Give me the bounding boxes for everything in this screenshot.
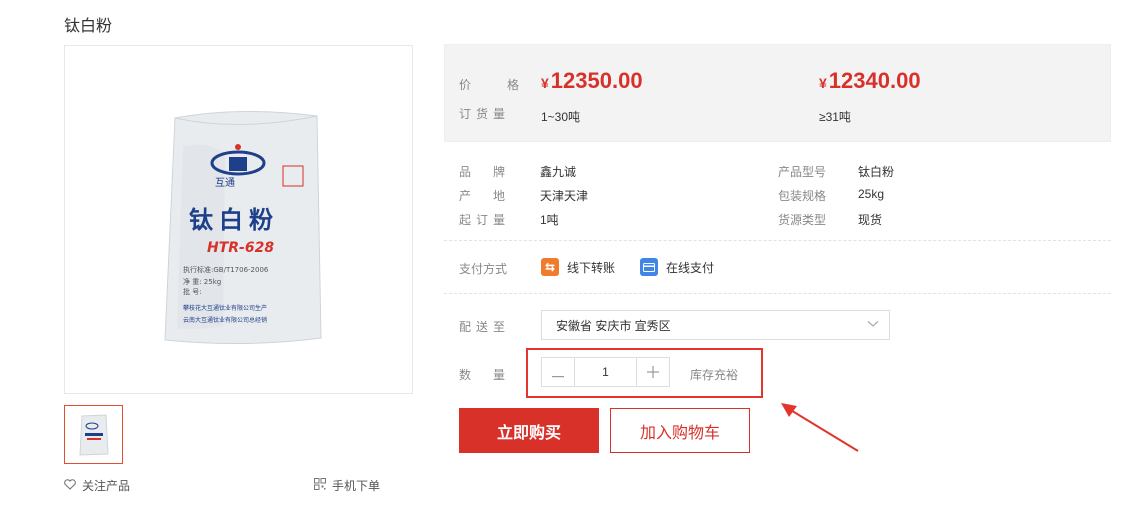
currency-symbol: ¥ — [819, 75, 827, 91]
currency-symbol: ¥ — [541, 75, 549, 91]
payment-online-label: 在线支付 — [666, 260, 715, 275]
tier-1-price: ¥12350.00 — [541, 68, 643, 94]
delivery-region-select[interactable]: 安徽省 安庆市 宜秀区 — [541, 310, 890, 340]
add-to-cart-button[interactable]: 加入购物车 — [610, 408, 750, 453]
payment-label: 支付方式 — [459, 262, 508, 276]
decrement-button[interactable] — [542, 358, 574, 386]
attr-model-value: 钛白粉 — [858, 165, 895, 179]
card-icon — [640, 258, 658, 276]
qrcode-icon — [314, 478, 326, 493]
payment-offline[interactable]: ⇆ 线下转账 — [541, 258, 615, 276]
bag-std-text: 执行标准:GB/T1706-2006 — [183, 265, 269, 274]
delivery-region-value: 安徽省 安庆市 宜秀区 — [556, 318, 671, 333]
buy-now-button[interactable]: 立即购买 — [459, 408, 599, 453]
tier-2-price: ¥12340.00 — [819, 68, 921, 94]
attr-package-label: 包装规格 — [778, 189, 827, 203]
mobile-order-link[interactable]: 手机下单 — [314, 477, 380, 494]
payment-online[interactable]: 在线支付 — [640, 258, 714, 276]
attr-origin-label: 产 地 — [459, 189, 511, 203]
order-qty-label: 订货量 — [459, 107, 511, 121]
product-main-image[interactable]: 互通 钛白粉 HTR-628 执行标准:GB/T1706-2006 净 重: 2… — [64, 45, 413, 394]
divider — [444, 293, 1111, 294]
bag-name-text: 钛白粉 — [189, 206, 279, 234]
mobile-order-label: 手机下单 — [332, 479, 381, 493]
quantity-input[interactable]: 1 — [574, 358, 637, 386]
tier-2-price-value: 12340.00 — [828, 68, 921, 93]
bag-maker2-text: 云南大互通钛业有限公司总经销 — [183, 316, 267, 324]
heart-icon — [64, 478, 76, 493]
payment-offline-label: 线下转账 — [567, 260, 616, 275]
plus-icon — [647, 362, 659, 383]
tier-1-range: 1~30吨 — [541, 110, 581, 124]
increment-button[interactable] — [637, 358, 669, 386]
price-label: 价 格 — [459, 78, 532, 92]
quantity-stepper: 1 — [541, 357, 670, 387]
bag-maker1-text: 攀枝花大互通钛业有限公司生产 — [183, 304, 267, 312]
transfer-icon: ⇆ — [541, 258, 559, 276]
attr-brand-value: 鑫九诚 — [540, 165, 577, 179]
attr-origin-value: 天津天津 — [540, 189, 589, 203]
attr-moq-label: 起订量 — [459, 213, 511, 227]
follow-label: 关注产品 — [82, 479, 131, 493]
thumbnail-bag-image — [79, 414, 109, 456]
quantity-label: 数 量 — [459, 368, 511, 382]
chevron-down-icon — [867, 317, 879, 331]
attr-package-value: 25kg — [858, 187, 885, 201]
bag-weight-text: 净 重: 25kg — [183, 277, 221, 286]
attr-model-label: 产品型号 — [778, 165, 827, 179]
minus-icon — [552, 362, 564, 383]
product-thumbnail[interactable] — [64, 405, 123, 464]
divider — [444, 240, 1111, 241]
follow-product-link[interactable]: 关注产品 — [64, 477, 130, 494]
attr-source-label: 货源类型 — [778, 213, 827, 227]
bag-brand-text: 互通 — [215, 177, 235, 189]
stock-status: 库存充裕 — [690, 368, 739, 382]
tier-2-range: ≥31吨 — [819, 110, 851, 124]
attr-moq-value: 1吨 — [540, 213, 559, 227]
annotation-arrow-icon — [781, 403, 859, 452]
bag-model-text: HTR-628 — [207, 240, 274, 256]
product-bag-image: 互通 钛白粉 HTR-628 执行标准:GB/T1706-2006 净 重: 2… — [164, 110, 322, 345]
attr-brand-label: 品 牌 — [459, 165, 511, 179]
delivery-label: 配送至 — [459, 320, 511, 334]
page-title: 钛白粉 — [64, 18, 113, 35]
attr-source-value: 现货 — [858, 213, 883, 227]
tier-1-price-value: 12350.00 — [550, 68, 643, 93]
bag-batch-text: 批 号: — [183, 287, 202, 296]
